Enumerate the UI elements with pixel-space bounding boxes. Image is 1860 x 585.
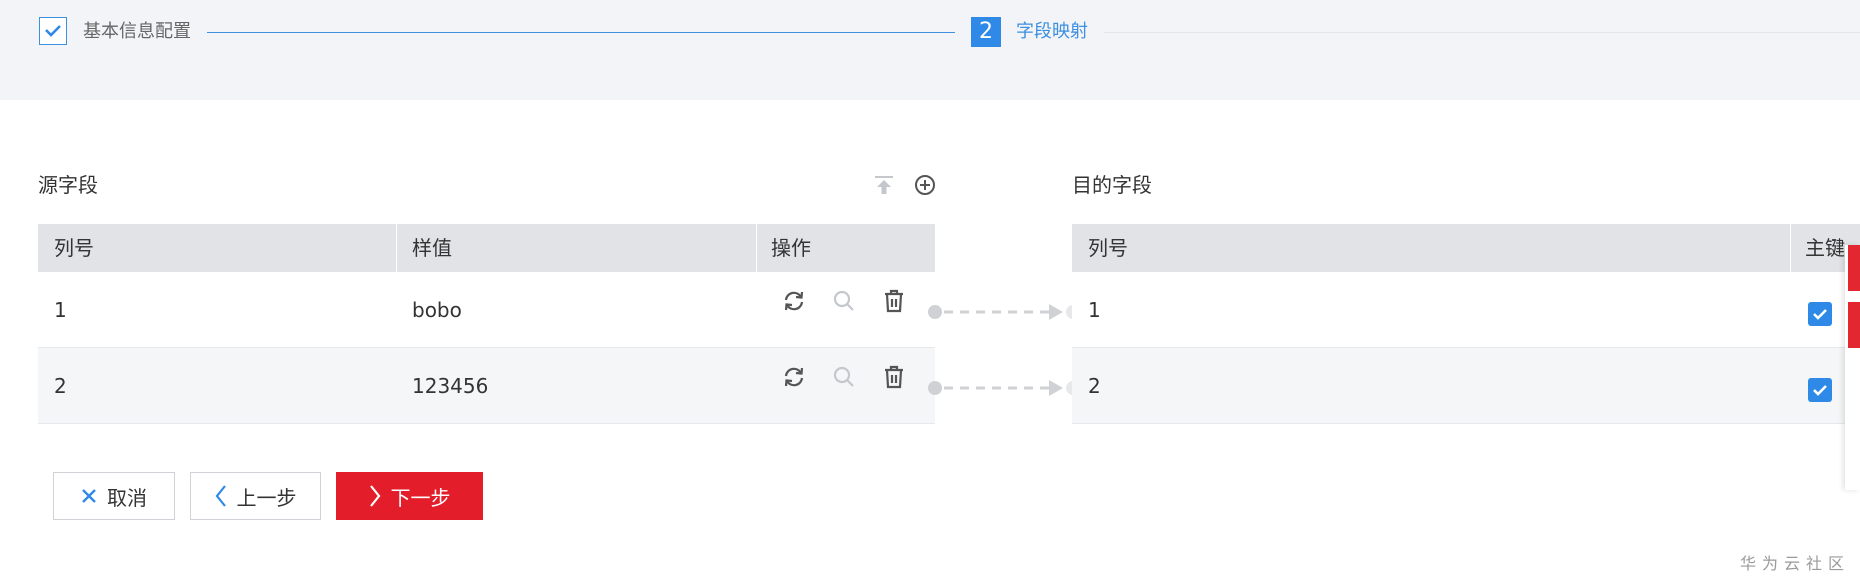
refresh-icon[interactable]	[781, 288, 807, 314]
watermark: 华为云社区	[1740, 554, 1851, 573]
target-row-number: 1	[1088, 298, 1101, 322]
delete-icon[interactable]	[881, 364, 907, 390]
step-bar: 基本信息配置 2 字段映射	[0, 0, 1860, 100]
search-icon[interactable]	[831, 364, 857, 390]
source-row-sample: bobo	[412, 298, 462, 322]
cancel-button-label: 取消	[107, 485, 147, 510]
step-1-label[interactable]: 基本信息配置	[83, 20, 191, 44]
cancel-button[interactable]: 取消	[53, 472, 175, 520]
prev-step-button-label: 上一步	[236, 485, 297, 510]
target-row-number: 2	[1088, 374, 1101, 398]
target-table-header: 列号 主键	[1072, 224, 1860, 272]
column-divider	[756, 224, 757, 272]
search-icon[interactable]	[831, 288, 857, 314]
primary-key-checkbox[interactable]	[1808, 378, 1832, 402]
source-row-sample: 123456	[412, 374, 489, 398]
source-col-header-actions: 操作	[771, 236, 811, 260]
source-col-header-sample: 样值	[412, 236, 452, 260]
mapping-connector[interactable]	[927, 378, 1082, 398]
source-table-row: 2 123456	[38, 348, 935, 424]
primary-key-checkbox[interactable]	[1808, 302, 1832, 326]
target-col-header-primary-key: 主键	[1805, 236, 1845, 260]
source-panel-title: 源字段	[38, 173, 98, 197]
target-panel-title: 目的字段	[1072, 173, 1152, 197]
close-icon	[82, 489, 96, 503]
source-table-header: 列号 样值 操作	[38, 224, 935, 272]
step-progress-line	[207, 32, 955, 33]
target-table-row: 2	[1072, 348, 1860, 424]
step-2-number: 2	[971, 17, 1001, 47]
next-step-button-label: 下一步	[390, 485, 451, 510]
prev-step-button[interactable]: 上一步	[190, 472, 321, 520]
column-divider	[1790, 224, 1791, 272]
column-divider	[396, 224, 397, 272]
source-table-row: 1 bobo	[38, 272, 935, 348]
target-col-header-number: 列号	[1088, 236, 1128, 260]
chevron-right-icon	[369, 485, 380, 507]
upload-top-icon[interactable]	[871, 172, 897, 198]
delete-icon[interactable]	[881, 288, 907, 314]
chevron-left-icon	[215, 485, 226, 507]
add-circle-icon[interactable]	[912, 172, 938, 198]
mapping-connector[interactable]	[927, 302, 1082, 322]
side-toolbar-button[interactable]	[1848, 302, 1860, 348]
source-row-number: 1	[54, 298, 67, 322]
step-done-check-icon	[39, 17, 67, 45]
step-remaining-line	[1104, 32, 1860, 33]
step-2-label: 字段映射	[1016, 21, 1088, 42]
source-col-header-number: 列号	[54, 236, 94, 260]
next-step-button[interactable]: 下一步	[336, 472, 483, 520]
source-row-number: 2	[54, 374, 67, 398]
side-toolbar-button[interactable]	[1848, 245, 1860, 291]
refresh-icon[interactable]	[781, 364, 807, 390]
target-table-row: 1	[1072, 272, 1860, 348]
